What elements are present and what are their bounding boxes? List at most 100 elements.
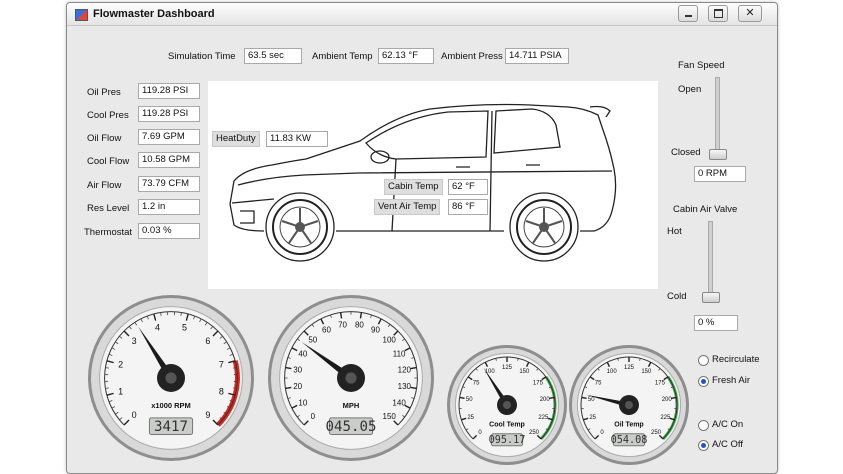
vent-air-temp-field: 86 °F xyxy=(448,199,488,215)
gauge-minor-tick xyxy=(105,367,109,369)
cabin-air-valve-slider-thumb[interactable] xyxy=(702,292,720,303)
gauge-readout: 095.17 xyxy=(489,435,526,446)
app-icon xyxy=(75,9,88,21)
gauge-minor-tick xyxy=(233,367,237,369)
fan-closed-label: Closed xyxy=(671,147,701,158)
oil-pres-field: 119.28 PSI xyxy=(138,83,200,99)
oil-flow-field: 7.69 GPM xyxy=(138,129,200,145)
gauge-tick-label: 25 xyxy=(589,415,596,421)
heat-duty-field: 11.83 KW xyxy=(266,131,328,147)
cabin-air-valve-slider-track[interactable] xyxy=(708,221,713,301)
gauge-hub-center xyxy=(165,372,177,384)
gauge-tick-label: 9 xyxy=(205,410,210,420)
gauge-tick-label: 25 xyxy=(467,415,474,421)
gauge-tick xyxy=(285,366,292,370)
gauge-minor-tick xyxy=(160,312,162,316)
recirculate-radio[interactable] xyxy=(698,355,709,366)
recirculate-label: Recirculate xyxy=(712,354,760,365)
fan-speed-slider-thumb[interactable] xyxy=(709,149,727,160)
gauge-tick xyxy=(410,386,417,390)
title-bar: Flowmaster Dashboard ✕ xyxy=(67,3,777,26)
gauge-tick-label: 150 xyxy=(641,369,652,375)
res-level-field: 1.2 in xyxy=(138,199,200,215)
gauge-tick-label: 120 xyxy=(398,365,412,374)
gauge-hub-center xyxy=(345,372,357,384)
gauge-tick-label: 3 xyxy=(132,336,137,346)
ac-on-radio[interactable] xyxy=(698,420,709,431)
valve-cold-label: Cold xyxy=(667,291,687,302)
gauge-tick-label: 75 xyxy=(595,381,602,387)
gauge-minor-tick xyxy=(495,358,497,361)
gauge-tick-label: 5 xyxy=(182,323,187,333)
gauge-tick-label: 60 xyxy=(322,326,331,335)
fresh-air-label: Fresh Air xyxy=(712,375,751,386)
cool-pres-label: Cool Pres xyxy=(87,110,129,121)
gauge-tick-label: 150 xyxy=(383,412,397,421)
cool-flow-label: Cool Flow xyxy=(87,156,130,167)
gauge-tick-label: 50 xyxy=(466,397,473,403)
gauge-tick-label: 40 xyxy=(298,349,307,358)
cool-flow-field: 10.58 GPM xyxy=(138,152,200,168)
cabin-air-valve-title: Cabin Air Valve xyxy=(673,204,738,215)
gauge-tick-label: 200 xyxy=(662,397,673,403)
gauge-tick-label: 130 xyxy=(398,382,412,391)
gauge-tick-label: 150 xyxy=(519,369,530,375)
gauge-label: Oil Temp xyxy=(614,422,643,429)
heat-duty-label: HeatDuty xyxy=(212,131,260,147)
cabin-temp-field: 62 °F xyxy=(448,179,488,195)
gauge-tick xyxy=(410,366,417,370)
cabin-temp-label: Cabin Temp xyxy=(384,179,443,195)
ambient-temp-field: 62.13 °F xyxy=(378,48,434,64)
gauge-tick-label: 100 xyxy=(383,336,397,345)
gauge-readout: 054.08 xyxy=(611,435,648,446)
car-diagram-panel: HeatDuty 11.83 KW Cabin Temp 62 °F Vent … xyxy=(208,81,658,289)
rpm-gauge: 0 1 2 3 4 5 6 7 8 9 x1000 RPM 3417 xyxy=(88,295,254,461)
gauge-tick-label: 225 xyxy=(538,415,549,421)
gauge-tick-label: 100 xyxy=(607,369,618,375)
gauge-tick-label: 200 xyxy=(540,397,551,403)
gauge-tick-label: 30 xyxy=(293,365,302,374)
gauge-tick-label: 110 xyxy=(393,349,406,358)
oil-temp-gauge: 0255075100125150175200225250Oil Temp054.… xyxy=(569,345,689,465)
gauge-tick-label: 0 xyxy=(132,410,137,420)
minimize-button[interactable] xyxy=(678,5,698,22)
gauge-tick-label: 250 xyxy=(529,430,540,436)
ac-off-radio[interactable] xyxy=(698,440,709,451)
gauge-tick-label: 70 xyxy=(338,320,347,329)
oil-flow-label: Oil Flow xyxy=(87,133,122,144)
gauge-tick-label: 125 xyxy=(502,365,513,371)
maximize-button[interactable] xyxy=(708,5,728,22)
gauge-tick-label: 50 xyxy=(308,336,317,345)
gauge-tick xyxy=(671,396,677,399)
gauge-tick-label: 4 xyxy=(155,323,160,333)
gauge-minor-tick xyxy=(105,387,109,389)
gauge-minor-tick xyxy=(233,387,237,389)
minimize-icon xyxy=(684,15,692,17)
ac-off-label: A/C Off xyxy=(712,439,743,450)
gauge-tick-label: 75 xyxy=(473,381,480,387)
cool-temp-gauge: 0255075100125150175200225250Cool Temp095… xyxy=(447,345,567,465)
gauge-minor-tick xyxy=(517,358,519,361)
close-button[interactable]: ✕ xyxy=(738,5,762,22)
cabin-air-valve-field: 0 % xyxy=(694,315,738,331)
window-title: Flowmaster Dashboard xyxy=(93,8,215,20)
gauge-readout: 3417 xyxy=(154,419,188,435)
close-icon: ✕ xyxy=(745,7,755,19)
gauge-label: MPH xyxy=(343,401,360,410)
gauge-tick-label: 0 xyxy=(311,412,316,421)
thermostat-field: 0.03 % xyxy=(138,223,200,239)
oil-pres-label: Oil Pres xyxy=(87,87,121,98)
gauge-tick-label: 80 xyxy=(355,320,364,329)
gauge-minor-tick xyxy=(617,358,619,361)
fresh-air-radio[interactable] xyxy=(698,376,709,387)
gauge-tick-label: 7 xyxy=(219,360,224,370)
gauge-tick xyxy=(359,312,363,319)
gauge-minor-tick xyxy=(180,312,182,316)
gauge-minor-tick xyxy=(639,358,641,361)
gauge-tick-label: 125 xyxy=(624,365,635,371)
sim-time-field: 63.5 sec xyxy=(244,48,302,64)
valve-hot-label: Hot xyxy=(667,226,682,237)
speed-gauge: 0 10 20 30 4050 60 70 80 90100 110 120 130 140 150 MPH… xyxy=(268,295,434,461)
fan-speed-slider-track[interactable] xyxy=(715,77,720,159)
vent-air-temp-label: Vent Air Temp xyxy=(374,199,441,215)
